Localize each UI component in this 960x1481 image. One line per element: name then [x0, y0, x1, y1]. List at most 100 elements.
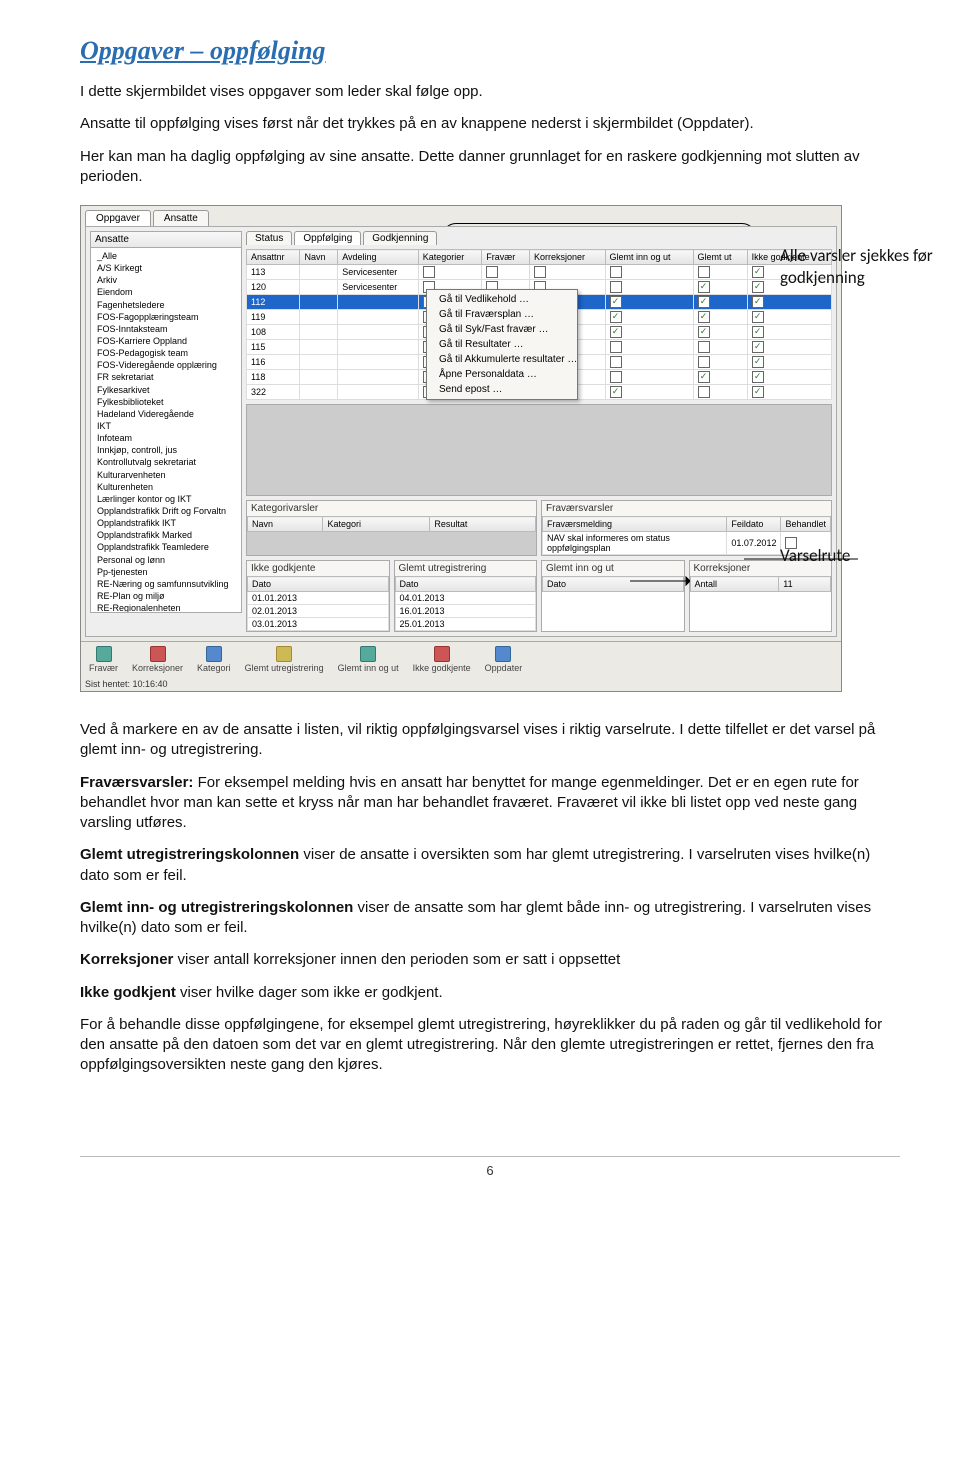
- toolbar-kategori[interactable]: Kategori: [197, 646, 231, 673]
- col-kategorier[interactable]: Kategorier: [418, 250, 482, 265]
- body-p10: For å behandle disse oppfølgingene, for …: [80, 1015, 900, 1076]
- glemt-utreg-box: Glemt utregistrering Dato 04.01.2013 16.…: [394, 560, 538, 632]
- kategorivarsler-table[interactable]: Navn Kategori Resultat: [247, 516, 536, 532]
- korreksjoner-table[interactable]: Antall 11: [690, 576, 832, 592]
- toolbar-glemt-inn-ut[interactable]: Glemt inn og ut: [338, 646, 399, 673]
- sidebar-item[interactable]: FOS-Inntaksteam: [91, 323, 241, 335]
- korr-col-antall[interactable]: Antall: [690, 577, 779, 592]
- sub-tab-row: Status Oppfølging Godkjenning: [246, 231, 832, 245]
- ig-col-dato[interactable]: Dato: [248, 577, 389, 592]
- toolbar-glemt-utreg[interactable]: Glemt utregistrering: [245, 646, 324, 673]
- sidebar-item[interactable]: _Alle: [91, 250, 241, 262]
- katv-col-resultat[interactable]: Resultat: [430, 517, 536, 532]
- page-title: Oppgaver – oppfølging: [80, 36, 900, 66]
- subtab-godkjenning[interactable]: Godkjenning: [363, 231, 437, 245]
- col-ansattnr[interactable]: Ansattnr: [247, 250, 300, 265]
- sidebar-item[interactable]: Kulturenheten: [91, 481, 241, 493]
- sidebar-item[interactable]: Fagenhetsledere: [91, 299, 241, 311]
- gu-row: 25.01.2013: [395, 618, 536, 631]
- katv-col-navn[interactable]: Navn: [248, 517, 323, 532]
- korr-value: 11: [779, 577, 831, 592]
- context-menu[interactable]: Gå til Vedlikehold …Gå til Fraværsplan ……: [426, 289, 578, 400]
- fv-col-melding[interactable]: Fraværsmelding: [543, 517, 727, 532]
- glemt-inn-ut-title: Glemt inn og ut: [542, 561, 684, 576]
- context-menu-item[interactable]: Gå til Fraværsplan …: [427, 307, 577, 322]
- sidebar-item[interactable]: RE-Næring og samfunnsutvikling: [91, 578, 241, 590]
- sidebar-item[interactable]: FOS-Pedagogisk team: [91, 347, 241, 359]
- sidebar-item[interactable]: Innkjøp, controll, jus: [91, 444, 241, 456]
- gu-row: 04.01.2013: [395, 592, 536, 605]
- sidebar-item[interactable]: FR sekretariat: [91, 371, 241, 383]
- toolbar-oppdater[interactable]: Oppdater: [485, 646, 523, 673]
- ig-row: 01.01.2013: [248, 592, 389, 605]
- sidebar-item[interactable]: Kulturarvenheten: [91, 469, 241, 481]
- sidebar-item[interactable]: Opplandstrafikk Teamledere: [91, 541, 241, 553]
- body-p5: Fraværsvarsler: For eksempel melding hvi…: [80, 773, 900, 834]
- sidebar-item[interactable]: RE-Plan og miljø: [91, 590, 241, 602]
- kategorivarsler-box: Kategorivarsler Navn Kategori Resultat: [246, 500, 537, 556]
- col-avdeling[interactable]: Avdeling: [338, 250, 419, 265]
- toolbar-fravaer[interactable]: Fravær: [89, 646, 118, 673]
- toolbar-korreksjoner[interactable]: Korreksjoner: [132, 646, 183, 673]
- sidebar-item[interactable]: Eiendom: [91, 286, 241, 298]
- subtab-oppfolging[interactable]: Oppfølging: [294, 231, 361, 245]
- glemt-utreg-table[interactable]: Dato 04.01.2013 16.01.2013 25.01.2013: [395, 576, 537, 631]
- sidebar-item[interactable]: Fylkesbiblioteket: [91, 396, 241, 408]
- sidebar-item[interactable]: Pp-tjenesten: [91, 566, 241, 578]
- sidebar-item[interactable]: A/S Kirkegt: [91, 262, 241, 274]
- ig-row: 03.01.2013: [248, 618, 389, 631]
- ikke-godkjente-box: Ikke godkjente Dato 01.01.2013 02.01.201…: [246, 560, 390, 632]
- intro-p1: I dette skjermbildet vises oppgaver som …: [80, 82, 900, 102]
- ikke-godkjente-title: Ikke godkjente: [247, 561, 389, 576]
- sidebar[interactable]: Ansatte _AlleA/S KirkegtArkivEiendomFage…: [90, 231, 242, 613]
- gu-col-dato[interactable]: Dato: [395, 577, 536, 592]
- top-tab-row: Oppgaver Ansatte: [81, 206, 841, 226]
- ikke-godkjente-table[interactable]: Dato 01.01.2013 02.01.2013 03.01.2013: [247, 576, 389, 631]
- col-fravaer[interactable]: Fravær: [482, 250, 530, 265]
- col-korr[interactable]: Korreksjoner: [530, 250, 605, 265]
- sidebar-item[interactable]: Hadeland Videregående: [91, 408, 241, 420]
- context-menu-item[interactable]: Åpne Personaldata …: [427, 367, 577, 382]
- sidebar-item[interactable]: FOS-Fagopplæringsteam: [91, 311, 241, 323]
- table-row[interactable]: 113Servicesenter: [247, 265, 832, 280]
- col-navn[interactable]: Navn: [300, 250, 338, 265]
- sidebar-item[interactable]: Fylkesarkivet: [91, 384, 241, 396]
- sidebar-item[interactable]: Infoteam: [91, 432, 241, 444]
- sidebar-item[interactable]: FOS-Karriere Oppland: [91, 335, 241, 347]
- intro-p2: Ansatte til oppfølging vises først når d…: [80, 114, 900, 134]
- katv-col-kategori[interactable]: Kategori: [323, 517, 430, 532]
- sidebar-item[interactable]: Kontrollutvalg sekretariat: [91, 456, 241, 468]
- main-panel: Ansatte _AlleA/S KirkegtArkivEiendomFage…: [85, 226, 837, 637]
- sidebar-item[interactable]: Opplandstrafikk IKT: [91, 517, 241, 529]
- fv-col-feildato[interactable]: Feildato: [727, 517, 781, 532]
- sidebar-item[interactable]: Lærlinger kontor og IKT: [91, 493, 241, 505]
- sidebar-item[interactable]: IKT: [91, 420, 241, 432]
- arrow-icon: [630, 575, 690, 587]
- sidebar-item[interactable]: FOS-Videregående opplæring: [91, 359, 241, 371]
- context-menu-item[interactable]: Gå til Syk/Fast fravær …: [427, 322, 577, 337]
- bottom-toolbar: Fravær Korreksjoner Kategori Glemt utreg…: [81, 641, 841, 677]
- subtab-status[interactable]: Status: [246, 231, 292, 245]
- sidebar-item[interactable]: Personal og lønn: [91, 554, 241, 566]
- context-menu-item[interactable]: Send epost …: [427, 382, 577, 397]
- context-menu-item[interactable]: Gå til Akkumulerte resultater …: [427, 352, 577, 367]
- body-p8: Korreksjoner viser antall korreksjoner i…: [80, 950, 900, 970]
- col-glemt-ut[interactable]: Glemt ut: [693, 250, 747, 265]
- app-window: Oppgaver Ansatte Ansatte _AlleA/S Kirkeg…: [80, 205, 842, 692]
- tab-ansatte[interactable]: Ansatte: [153, 210, 209, 226]
- sidebar-header: Ansatte: [91, 232, 241, 248]
- fv-col-behandlet[interactable]: Behandlet: [781, 517, 831, 532]
- gu-row: 16.01.2013: [395, 605, 536, 618]
- context-menu-item[interactable]: Gå til Vedlikehold …: [427, 292, 577, 307]
- tab-oppgaver[interactable]: Oppgaver: [85, 210, 151, 226]
- intro-p3: Her kan man ha daglig oppfølging av sine…: [80, 147, 900, 188]
- sidebar-item[interactable]: RE-Regionalenheten: [91, 602, 241, 613]
- glemt-inn-ut-box: Glemt inn og ut Dato: [541, 560, 685, 632]
- glemt-utreg-title: Glemt utregistrering: [395, 561, 537, 576]
- context-menu-item[interactable]: Gå til Resultater …: [427, 337, 577, 352]
- sidebar-item[interactable]: Opplandstrafikk Marked: [91, 529, 241, 541]
- sidebar-item[interactable]: Arkiv: [91, 274, 241, 286]
- sidebar-item[interactable]: Opplandstrafikk Drift og Forvaltn: [91, 505, 241, 517]
- toolbar-ikke-godkjente[interactable]: Ikke godkjente: [413, 646, 471, 673]
- col-glemt-inn-ut[interactable]: Glemt inn og ut: [605, 250, 693, 265]
